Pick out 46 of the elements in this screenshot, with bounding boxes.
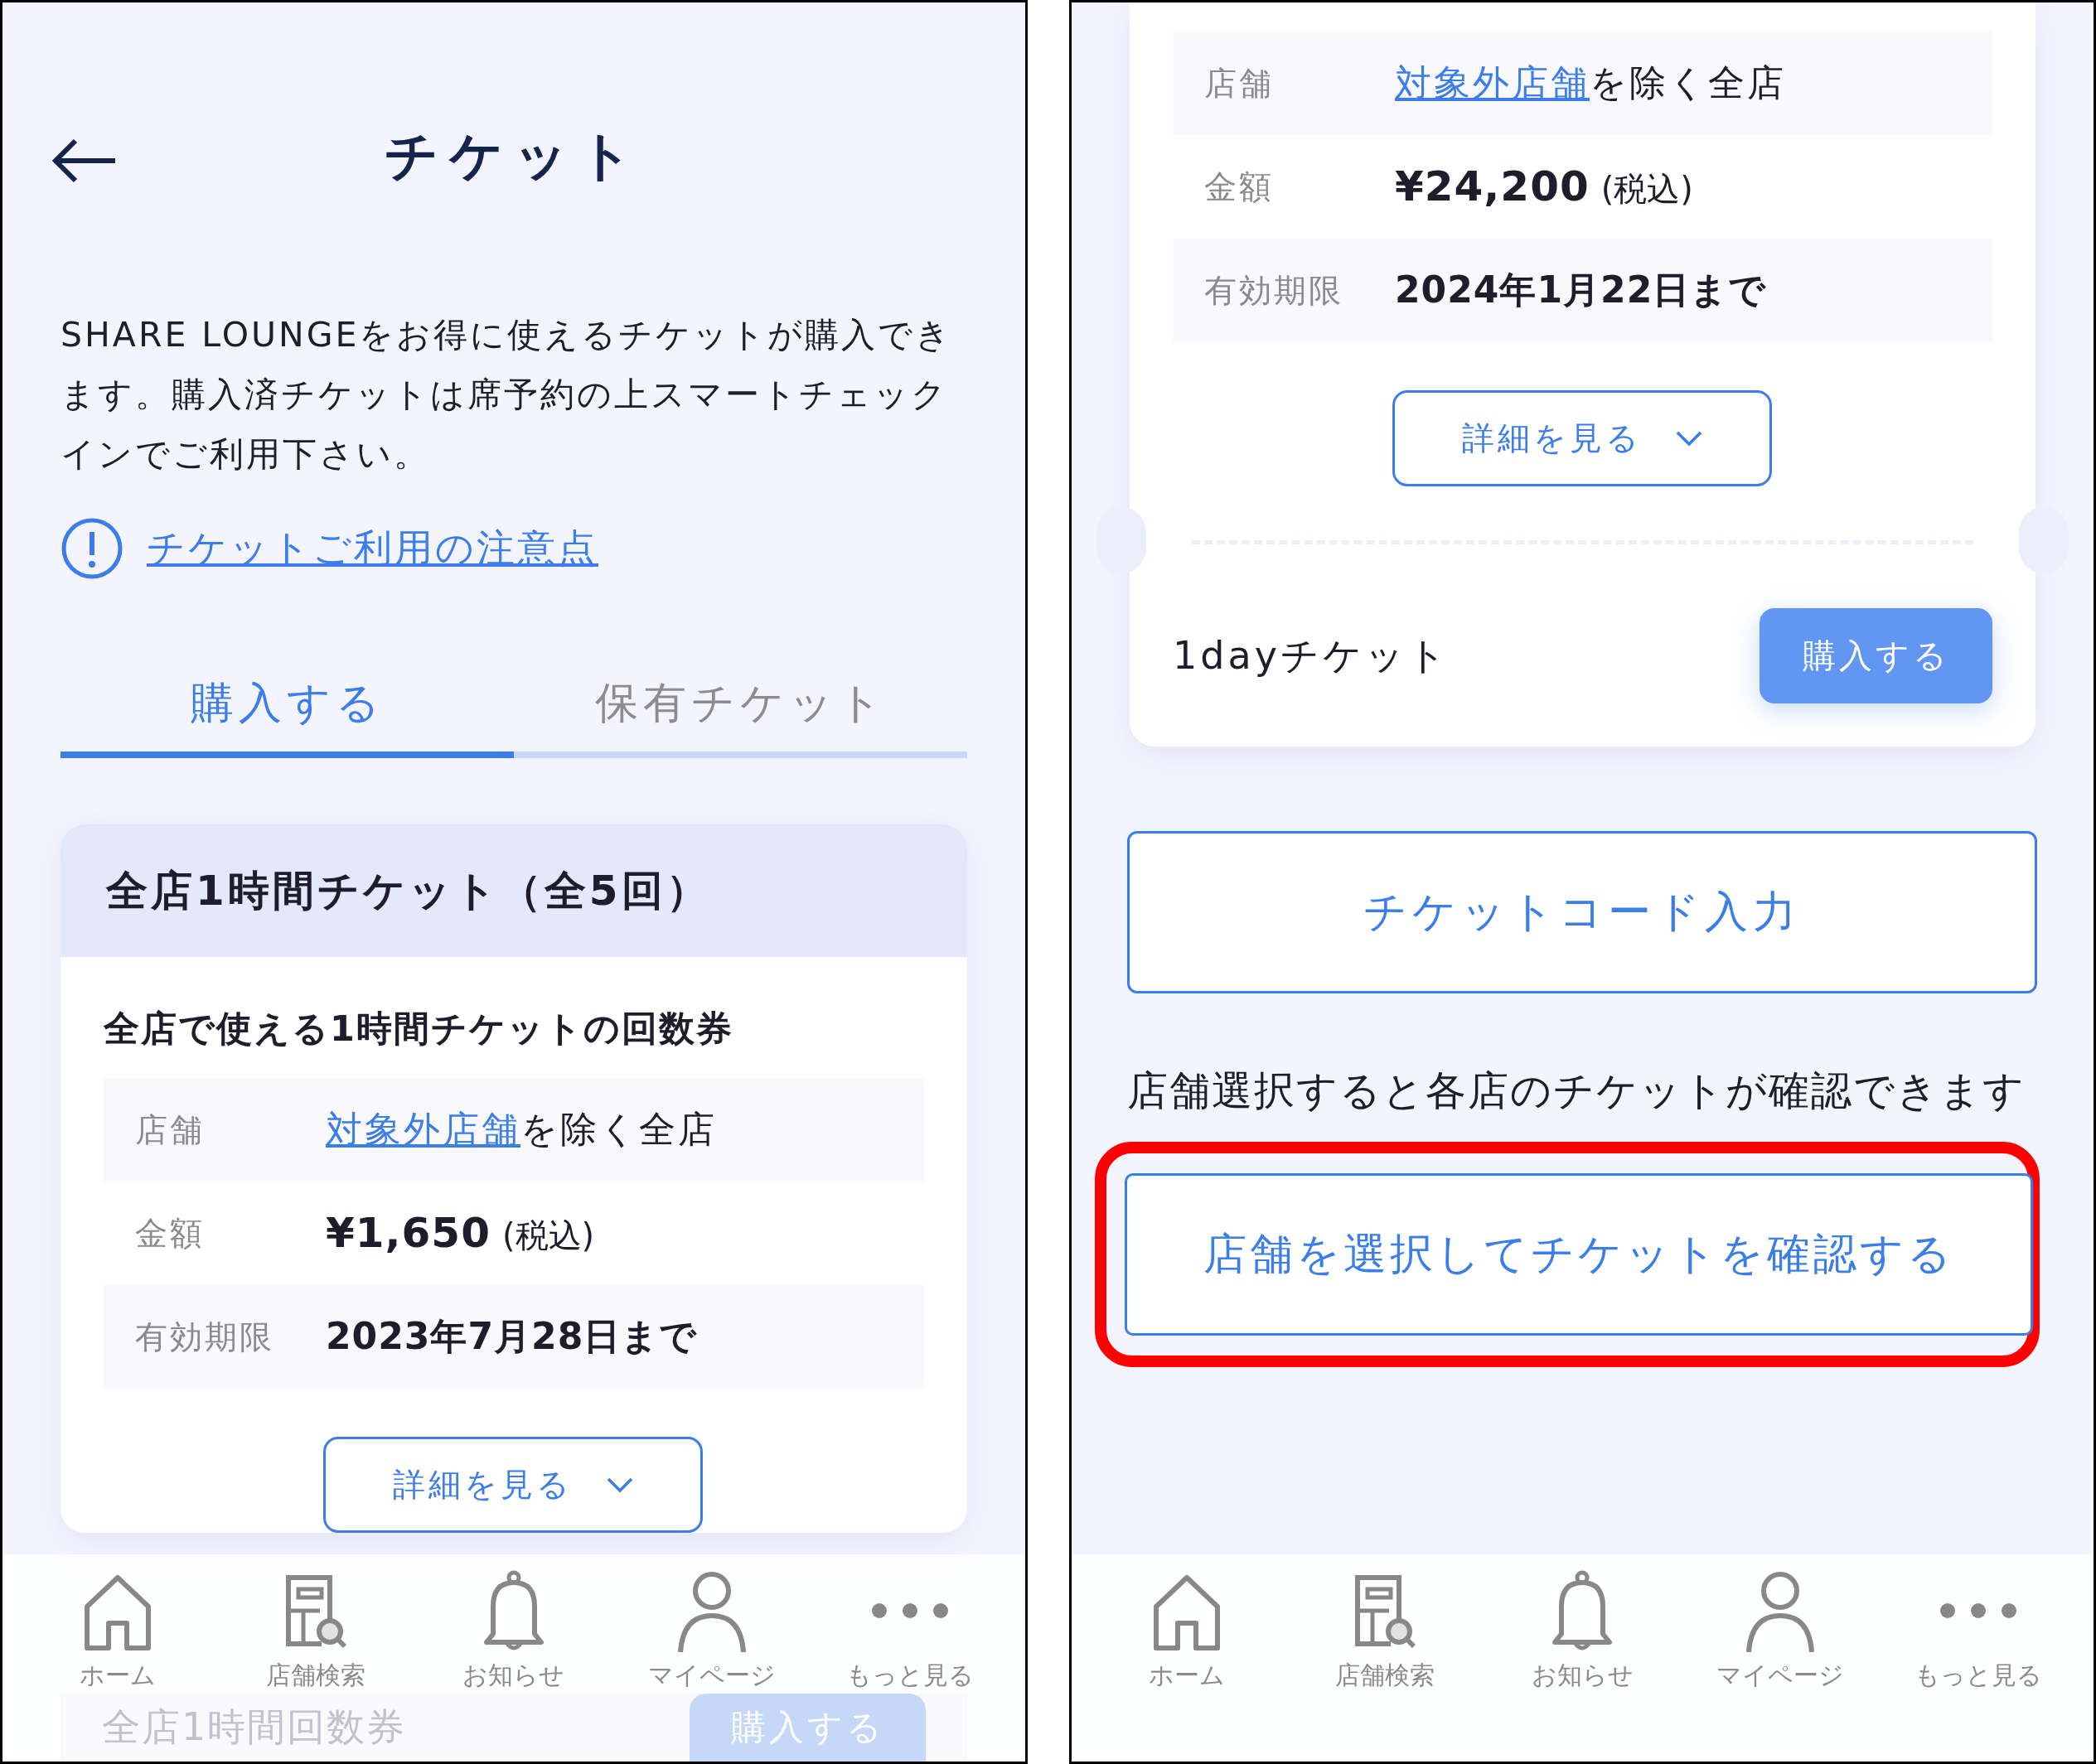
nav-tab[interactable]: マイページ xyxy=(624,1569,799,1693)
nav-tab[interactable]: もっと見る xyxy=(822,1569,997,1693)
chevron-down-icon xyxy=(605,1476,634,1493)
nav-tab[interactable]: お知らせ xyxy=(1495,1569,1670,1693)
field-label: 店舗 xyxy=(135,1109,206,1150)
details-button[interactable]: 詳細を見る xyxy=(1392,390,1772,486)
store-note: 店舗選択すると各店のチケットが確認できます xyxy=(1127,1066,2026,1116)
nav-tab[interactable]: 店舗検索 xyxy=(1297,1569,1472,1693)
chevron-down-icon xyxy=(1674,430,1703,447)
nav-tab[interactable]: 店舗検索 xyxy=(229,1569,404,1693)
notice-link[interactable]: チケットご利用の注意点 xyxy=(147,523,598,574)
nav-tab[interactable]: ホーム xyxy=(31,1569,206,1693)
field-label: 店舗 xyxy=(1204,63,1275,104)
nav-tab[interactable]: マイページ xyxy=(1693,1569,1868,1693)
details-button[interactable]: 詳細を見る xyxy=(323,1437,703,1533)
expiry-date: 2023年7月28日まで xyxy=(326,1314,698,1359)
buy-button[interactable]: 購入する xyxy=(1760,608,1992,703)
tab[interactable]: 保有チケット xyxy=(514,655,967,758)
field-label: 金額 xyxy=(1204,167,1275,207)
ticket-name: 1dayチケット xyxy=(1173,631,1450,679)
field-value: を除く全店 xyxy=(1590,60,1786,105)
tax-note: (税込) xyxy=(1600,168,1693,210)
field-label: 有効期限 xyxy=(1204,270,1344,311)
excluded-stores-link[interactable]: 対象外店舗 xyxy=(326,1105,520,1154)
field-value: を除く全店 xyxy=(520,1107,717,1152)
nav-tab[interactable]: ホーム xyxy=(1100,1569,1275,1693)
description-text: SHARE LOUNGEをお得に使えるチケットが購入できます。購入済チケットは席予約の上スマートチェックインでご利用下さい。 xyxy=(61,314,954,476)
page-title: チケット xyxy=(385,123,643,188)
select-store-button[interactable]: 店舗を選択してチケットを確認する xyxy=(1125,1173,2033,1336)
field-label: 有効期限 xyxy=(135,1317,275,1357)
tab[interactable]: 購入する xyxy=(61,655,514,758)
price-amount: ¥1,650 xyxy=(326,1208,491,1257)
ticket-title: 全店1時間チケット（全5回） xyxy=(106,865,711,916)
tax-note: (税込) xyxy=(501,1215,595,1256)
expiry-date: 2024年1月22日まで xyxy=(1395,268,1767,312)
more-icon xyxy=(1938,1602,2018,1620)
ticket-subtitle: 全店で使える1時間チケットの回数券 xyxy=(104,1007,734,1051)
more-icon xyxy=(869,1602,950,1620)
field-label: 金額 xyxy=(135,1213,206,1254)
nav-tab[interactable]: お知らせ xyxy=(427,1569,601,1693)
excluded-stores-link[interactable]: 対象外店舗 xyxy=(1395,59,1590,108)
nav-tab[interactable]: もっと見る xyxy=(1890,1569,2065,1693)
price-amount: ¥24,200 xyxy=(1395,162,1590,210)
exclamation-icon xyxy=(61,517,123,580)
ticket-code-button[interactable]: チケットコード入力 xyxy=(1127,831,2037,993)
faded-ticket-title: 全店1時間回数券 xyxy=(102,1704,407,1751)
